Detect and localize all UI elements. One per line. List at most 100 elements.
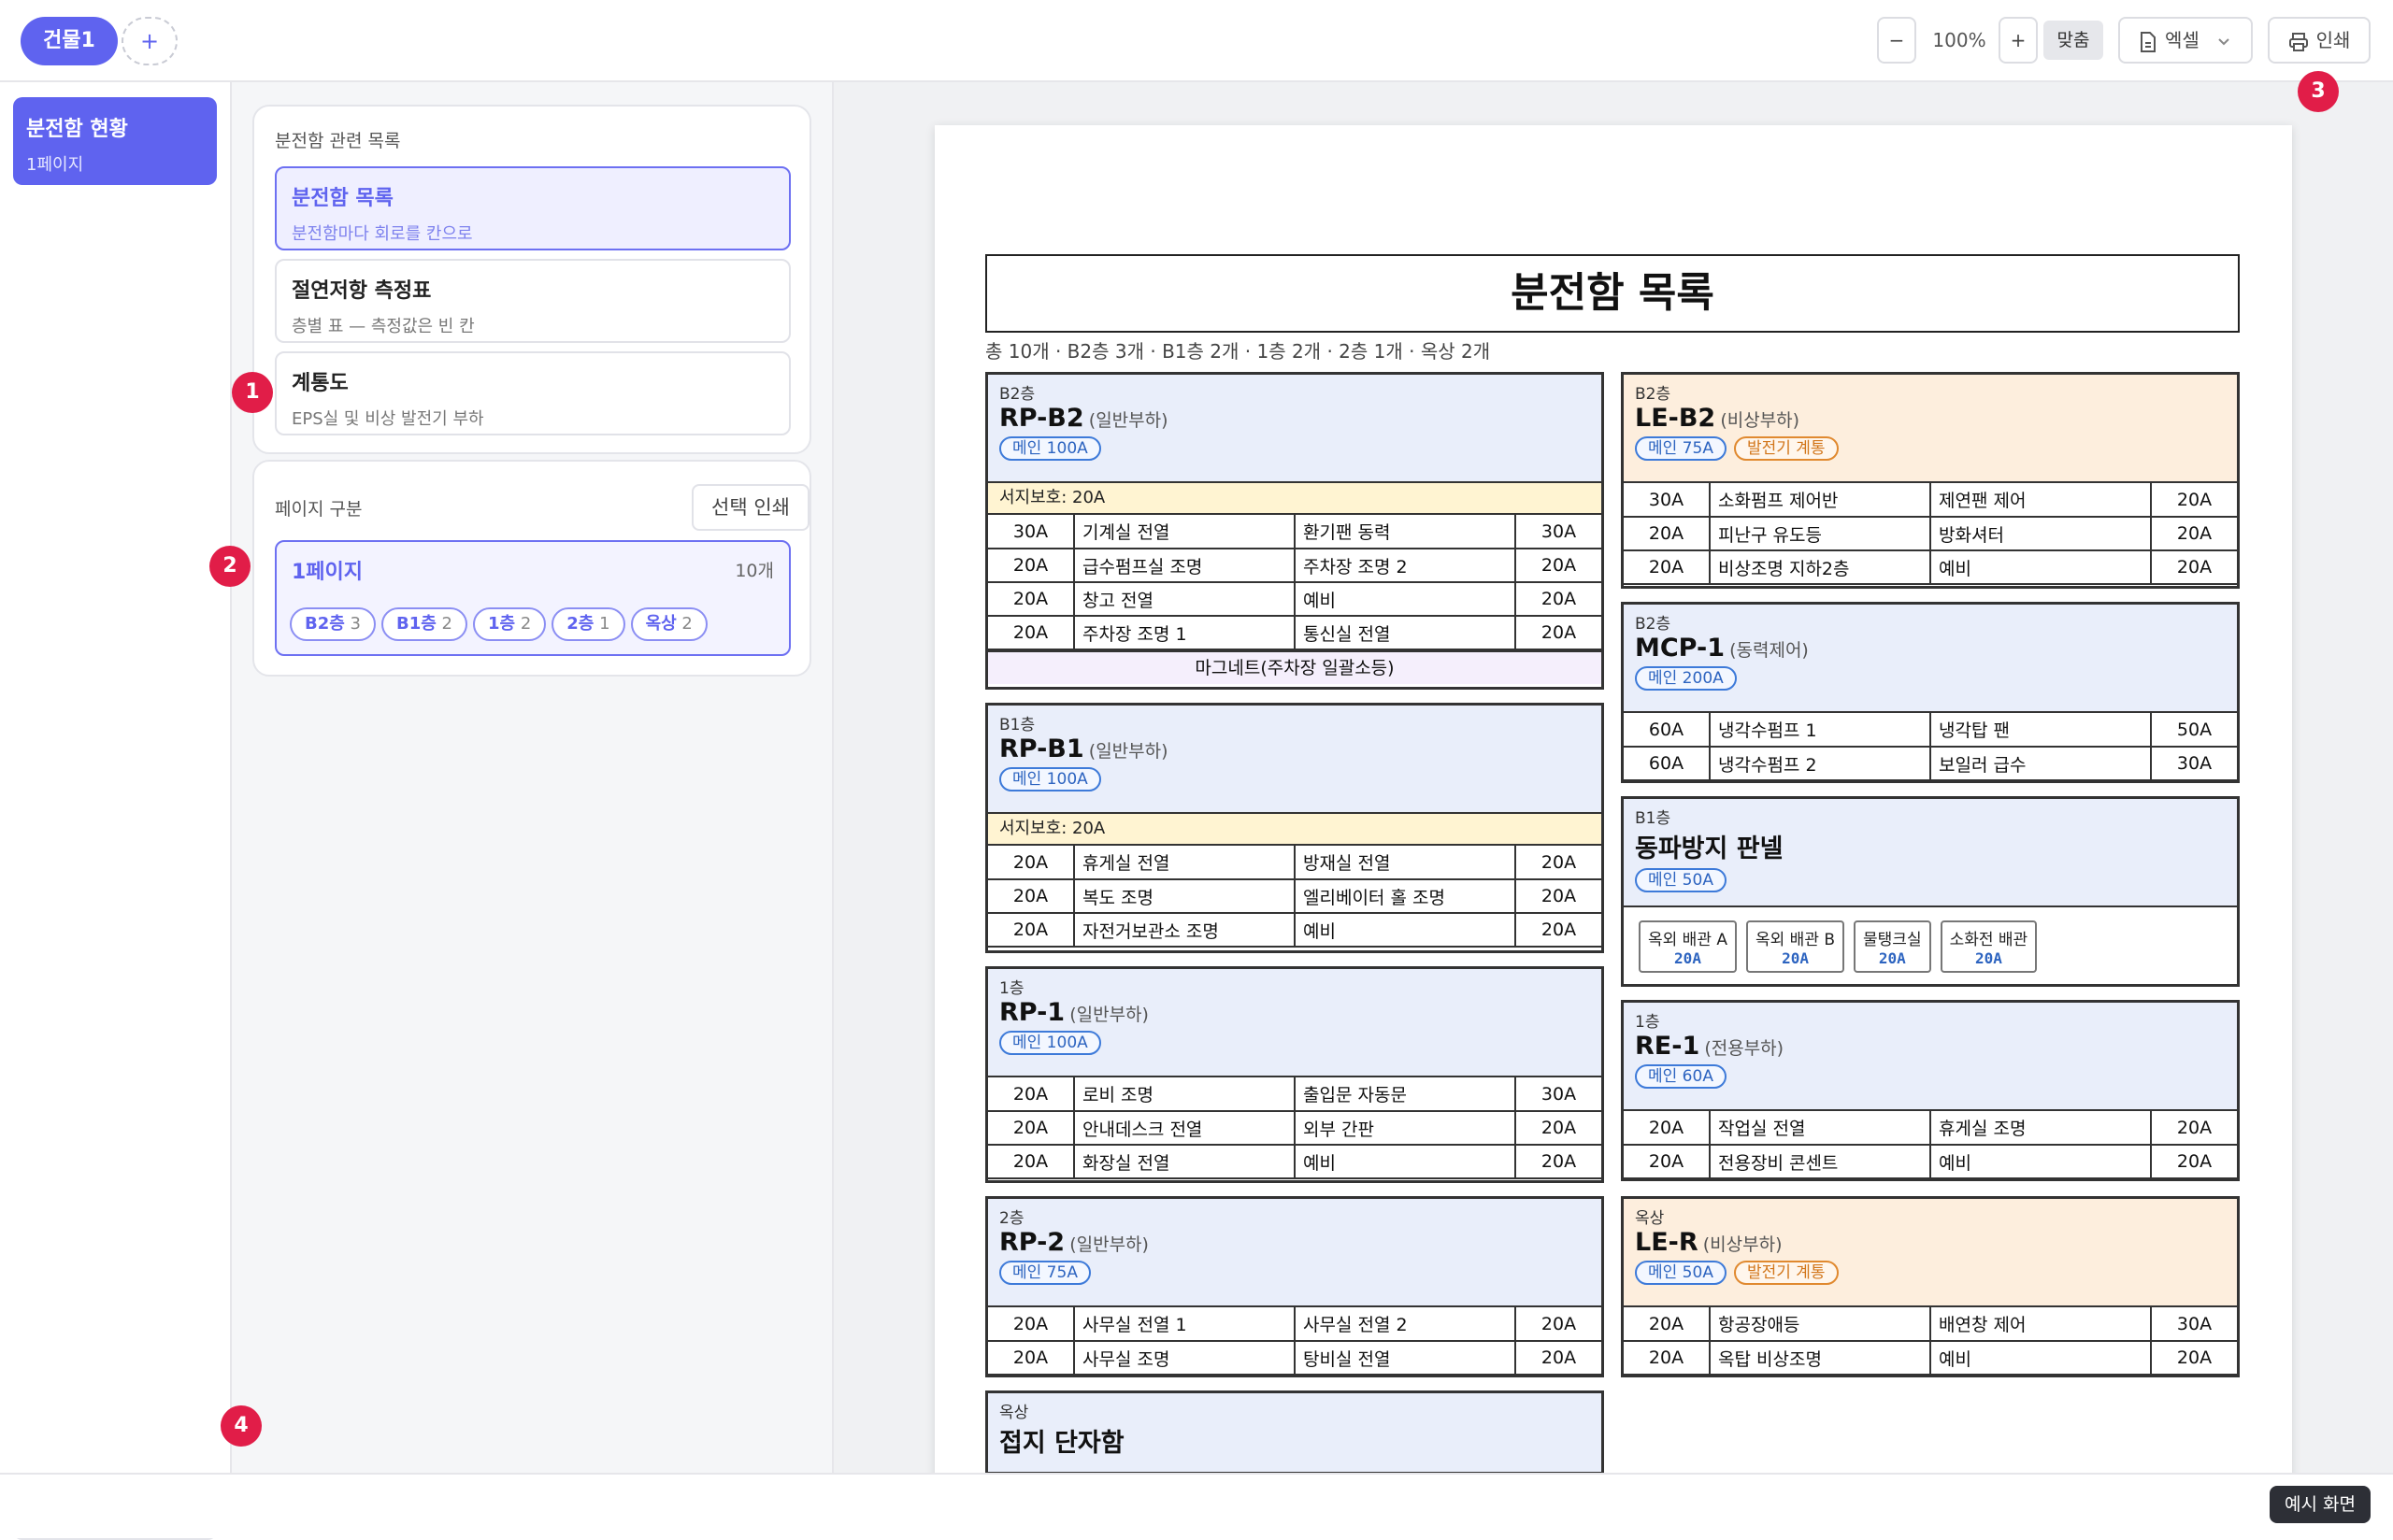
document-page: 분전함 목록 총 10개 · B2층 3개 · B1층 2개 · 1층 2개 ·… — [935, 125, 2292, 1473]
circuit-table: 20A 로비 조명 출입문 자동문 30A 20A 안내데스크 전열 외부 간판 20A 2… — [988, 1077, 1601, 1179]
table-row: 60A 냉각수펌프 1 냉각탑 팬 50A — [1624, 713, 2237, 748]
panel-header: 옥상 LE-R (비상부하) 메인 50A 발전기 계통 — [1624, 1199, 2237, 1307]
example-screen-label: 예시 화면 — [2270, 1486, 2371, 1523]
zoom-in-button[interactable]: + — [1999, 17, 2038, 64]
preview-canvas[interactable]: 분전함 목록 총 10개 · B2층 3개 · B1층 2개 · 1층 2개 ·… — [834, 82, 2393, 1473]
main-breaker-tag: 메인 60A — [1635, 1064, 1727, 1089]
panel-rp-2: 2층 RP-2 (일반부하) 메인 75A 20A 사무실 전열 1 사무실 전열 … — [985, 1196, 1604, 1377]
excel-label: 엑셀 — [2165, 29, 2200, 51]
table-row: 60A 냉각수펌프 2 보일러 급수 30A — [1624, 746, 2237, 781]
zoom-out-button[interactable]: − — [1877, 17, 1916, 64]
floor-chip[interactable]: B1층 2 — [381, 607, 467, 641]
panel-type: (일반부하) — [1069, 1234, 1149, 1255]
panel-header: 1층 RE-1 (전용부하) 메인 60A — [1624, 1003, 2237, 1111]
table-row: 20A 피난구 유도등 방화셔터 20A — [1624, 516, 2237, 551]
panel-le-b2: B2층 LE-B2 (비상부하) 메인 75A 발전기 계통 30A 소화펌프 제어… — [1621, 372, 2240, 589]
magnet-contactor-row: 마그네트(주차장 일괄소등) — [988, 650, 1601, 684]
panel-header: 1층 RP-1 (일반부하) 메인 100A — [988, 969, 1601, 1077]
fit-button[interactable]: 맞춤 — [2043, 21, 2103, 60]
heater-circuit: 옥외 배관 B 20A — [1746, 920, 1845, 973]
select-print-button[interactable]: 선택 인쇄 — [692, 484, 810, 531]
floor-chip[interactable]: 1층 2 — [473, 607, 547, 641]
heater-circuits: 옥외 배관 A 20A 옥외 배관 B 20A 물탱크실 20A 소화전 배관 20A — [1624, 907, 2237, 986]
panel-floor: B2층 — [1635, 615, 1671, 634]
print-button[interactable]: 인쇄 — [2268, 17, 2371, 64]
panel-name: 동파방지 판넬 — [1635, 834, 1784, 863]
callout-badge-3: 3 — [2298, 71, 2339, 112]
tab-building-1[interactable]: 건물1 — [21, 17, 118, 65]
chevron-down-icon — [2218, 37, 2229, 45]
table-row: 20A 로비 조명 출입문 자동문 30A — [988, 1077, 1601, 1112]
table-row: 20A 자전거보관소 조명 예비 20A — [988, 912, 1601, 948]
panel-floor: 1층 — [1635, 1013, 1660, 1032]
panel-floor: B1층 — [1635, 809, 1671, 828]
page-group-1[interactable]: 1페이지 10개 B2층 3 B1층 2 1층 2 2층 1 옥상 2 — [275, 540, 791, 656]
table-row: 20A 휴게실 전열 방재실 전열 20A — [988, 846, 1601, 880]
circuit-table: 60A 냉각수펌프 1 냉각탑 팬 50A 60A 냉각수펌프 2 보일러 급수 30A — [1624, 713, 2237, 781]
nav-item-panel-status[interactable]: 분전함 현황 1페이지 — [13, 97, 217, 185]
table-row: 20A 전용장비 콘센트 예비 20A — [1624, 1144, 2237, 1179]
document-title: 분전함 목록 — [985, 254, 2240, 333]
circuit-table: 20A 항공장애등 배연창 제어 30A 20A 옥탑 비상조명 예비 20A — [1624, 1307, 2237, 1376]
page-division-label: 페이지 구분 — [275, 499, 363, 520]
panel-floor: 1층 — [999, 979, 1025, 998]
main-breaker-tag: 메인 75A — [999, 1261, 1091, 1285]
zoom-level: 100% — [1932, 29, 1986, 51]
table-row: 20A 주차장 조명 1 통신실 전열 20A — [988, 615, 1601, 650]
print-label: 인쇄 — [2315, 29, 2351, 51]
panel-rp-b1: B1층 RP-B1 (일반부하) 메인 100A 서지보호: 20A 20A 휴게… — [985, 703, 1604, 953]
panel-name: LE-B2 — [1635, 404, 1716, 433]
page-title: 1페이지 — [292, 561, 364, 584]
table-row: 20A 사무실 조명 탕비실 전열 20A — [988, 1340, 1601, 1376]
item-subtitle: 분전함마다 회로를 칸으로 — [292, 224, 473, 244]
panel-re-1: 1층 RE-1 (전용부하) 메인 60A 20A 작업실 전열 휴게실 조명 20A… — [1621, 1000, 2240, 1181]
page-division-card: 페이지 구분 선택 인쇄 1페이지 10개 B2층 3 B1층 2 1층 2 2… — [252, 460, 811, 677]
callout-badge-2: 2 — [209, 546, 251, 587]
panel-floor: 옥상 — [999, 1404, 1029, 1422]
top-bar: 건물1 + − 100% + 맞춤 엑셀 인쇄 — [0, 0, 2393, 82]
panel-floor: 옥상 — [1635, 1209, 1665, 1228]
generator-tag: 발전기 계통 — [1733, 436, 1839, 461]
nav-subtitle: 1페이지 — [26, 155, 84, 175]
panel-name: LE-R — [1635, 1228, 1698, 1257]
panel-type: (비상부하) — [1702, 1234, 1783, 1255]
item-title: 분전함 목록 — [292, 187, 394, 210]
floor-chips: B2층 3 B1층 2 1층 2 2층 1 옥상 2 — [290, 607, 708, 641]
circuit-table: 20A 사무실 전열 1 사무실 전열 2 20A 20A 사무실 조명 탕비실 전열 20… — [988, 1307, 1601, 1376]
table-row: 30A 소화펌프 제어반 제연팬 제어 20A — [1624, 483, 2237, 518]
panel-name: RP-B1 — [999, 734, 1084, 763]
heater-circuit: 물탱크실 20A — [1854, 920, 1931, 973]
panel-type: (전용부하) — [1704, 1038, 1784, 1059]
add-building-button[interactable]: + — [122, 17, 178, 65]
list-item-system-diagram[interactable]: 계통도 EPS실 및 비상 발전기 부하 — [275, 351, 791, 435]
panel-header: 2층 RP-2 (일반부하) 메인 75A — [988, 1199, 1601, 1307]
list-item-panel-list[interactable]: 분전함 목록 분전함마다 회로를 칸으로 — [275, 166, 791, 250]
floor-chip[interactable]: B2층 3 — [290, 607, 376, 641]
panel-name: RP-1 — [999, 998, 1066, 1027]
list-item-insulation-table[interactable]: 절연저항 측정표 층별 표 — 측정값은 빈 칸 — [275, 259, 791, 343]
table-row: 20A 옥탑 비상조명 예비 20A — [1624, 1340, 2237, 1376]
excel-button[interactable]: 엑셀 — [2118, 17, 2253, 64]
table-row: 30A 기계실 전열 환기팬 동력 30A — [988, 515, 1601, 549]
surge-protection: 서지보호: 20A — [988, 483, 1601, 515]
main-breaker-tag: 메인 100A — [999, 767, 1101, 791]
item-subtitle: EPS실 및 비상 발전기 부하 — [292, 409, 484, 429]
circuit-table: 30A 기계실 전열 환기팬 동력 30A 20A 급수펌프실 조명 주차장 조명 2 20… — [988, 515, 1601, 650]
left-sidebar: 분전함 현황 1페이지 설정 — [0, 82, 232, 1540]
floor-chip[interactable]: 2층 1 — [552, 607, 625, 641]
bottom-bar — [0, 1473, 2393, 1538]
printer-icon — [2288, 32, 2308, 51]
circuit-table: 20A 작업실 전열 휴게실 조명 20A 20A 전용장비 콘센트 예비 20A — [1624, 1111, 2237, 1179]
floor-chip[interactable]: 옥상 2 — [630, 607, 708, 641]
callout-badge-1: 1 — [232, 372, 273, 413]
circuit-table: 30A 소화펌프 제어반 제연팬 제어 20A 20A 피난구 유도등 방화셔터 20A 2… — [1624, 483, 2237, 585]
main-breaker-tag: 메인 50A — [1635, 868, 1727, 892]
surge-protection: 서지보호: 20A — [988, 814, 1601, 846]
table-row: 20A 화장실 전열 예비 20A — [988, 1144, 1601, 1179]
main-breaker-tag: 메인 100A — [999, 436, 1101, 461]
panel-mcp-1: B2층 MCP-1 (동력제어) 메인 200A 60A 냉각수펌프 1 냉각탑 팬… — [1621, 602, 2240, 783]
heater-circuit: 옥외 배관 A 20A — [1639, 920, 1737, 973]
panel-type: (일반부하) — [1069, 1005, 1149, 1025]
panel-type: (비상부하) — [1720, 410, 1800, 431]
panel-floor: B2층 — [1635, 385, 1671, 404]
